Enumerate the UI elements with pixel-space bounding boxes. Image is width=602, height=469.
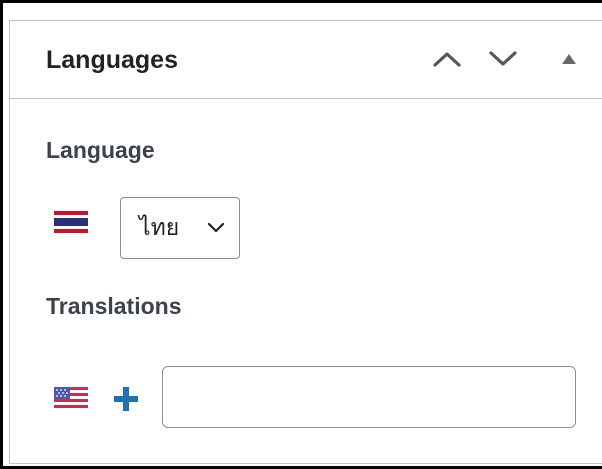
plus-icon <box>114 387 138 411</box>
language-label: Language <box>46 137 155 163</box>
triangle-up-icon <box>562 54 576 64</box>
language-select[interactable]: ไทย <box>120 197 240 259</box>
translation-input[interactable] <box>162 366 576 428</box>
chevron-down-icon <box>207 222 225 233</box>
add-translation-button[interactable] <box>110 383 142 415</box>
translations-label: Translations <box>46 293 182 319</box>
metabox-header: Languages <box>10 21 602 99</box>
metabox-title: Languages <box>46 46 178 74</box>
chevron-up-icon <box>433 52 461 67</box>
chevron-down-icon <box>489 51 517 66</box>
toggle-panel-button[interactable] <box>551 41 587 77</box>
move-up-button[interactable] <box>429 41 465 77</box>
move-down-button[interactable] <box>485 41 521 77</box>
languages-metabox: Languages Language ไทย Translations <box>9 20 602 464</box>
us-flag-icon <box>54 387 88 409</box>
language-select-value: ไทย <box>139 214 180 240</box>
thai-flag-icon <box>54 211 88 233</box>
